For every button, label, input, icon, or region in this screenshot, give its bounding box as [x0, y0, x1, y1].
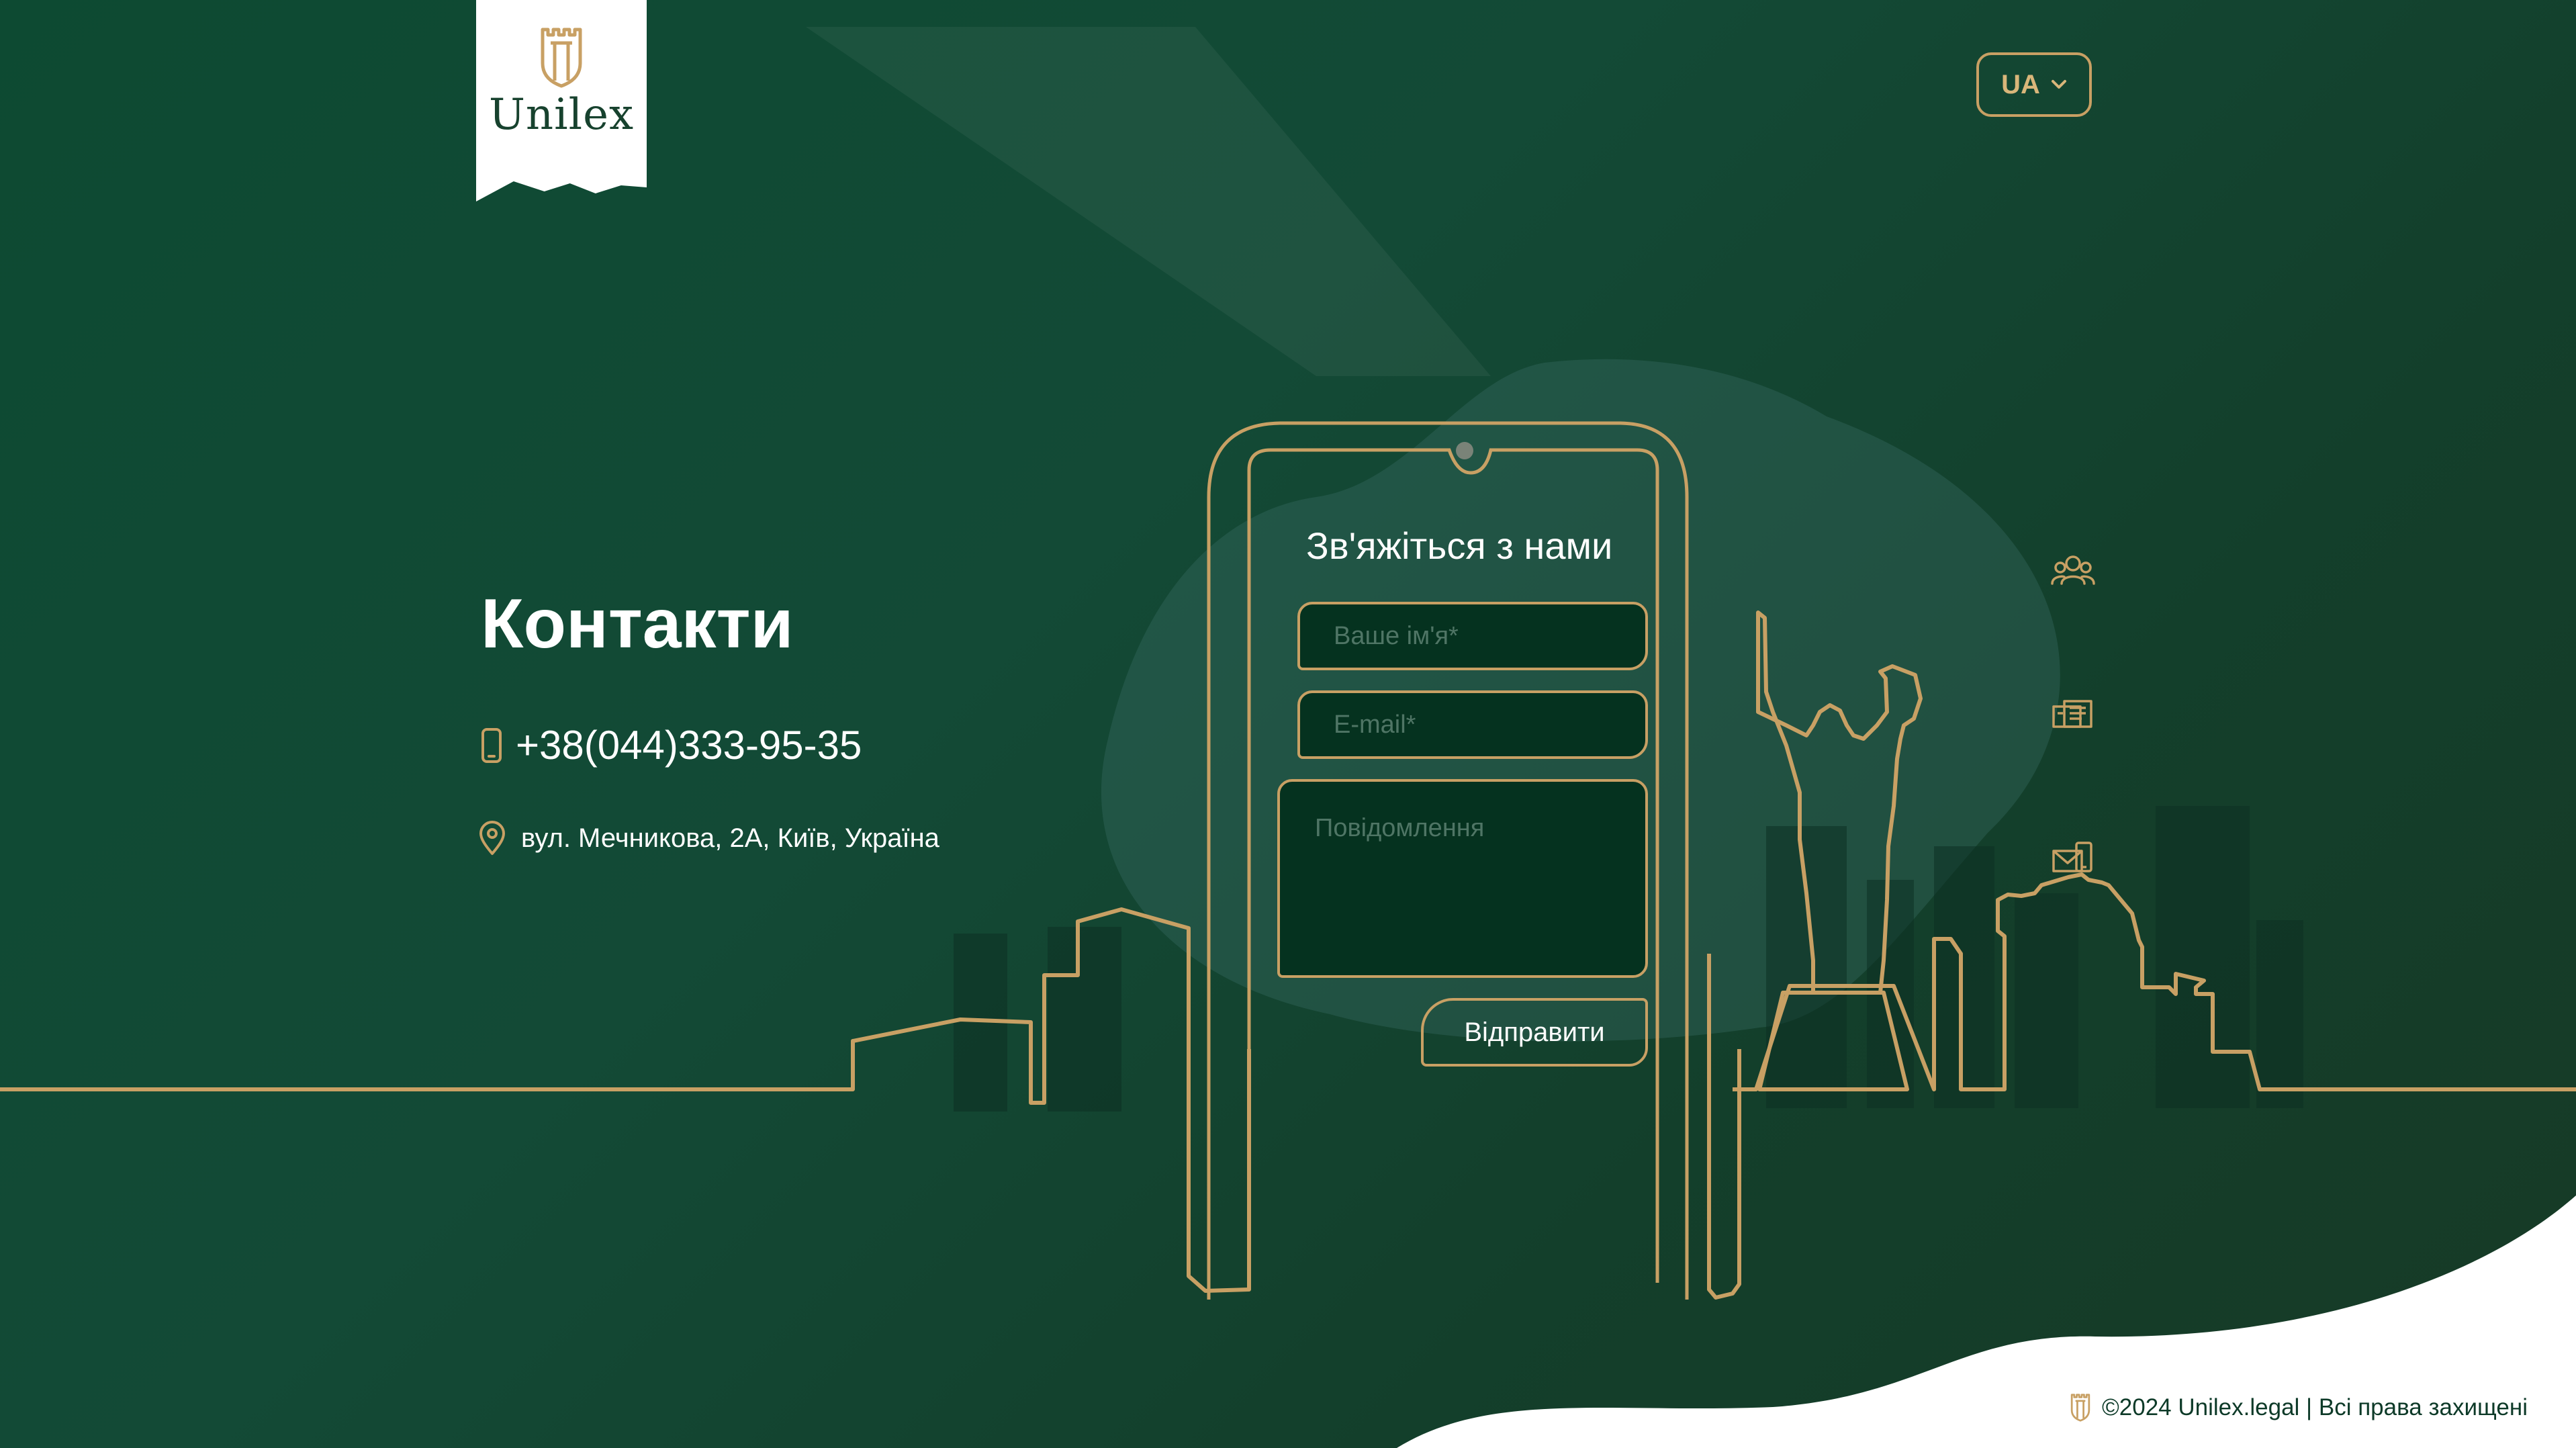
- brand-name: Unilex: [488, 90, 635, 140]
- message-input[interactable]: [1277, 779, 1648, 978]
- language-current: UA: [2001, 69, 2040, 99]
- name-input[interactable]: [1297, 602, 1648, 670]
- location-pin-icon: [479, 821, 505, 855]
- phone-camera-dot: [1456, 442, 1473, 459]
- contacts-page: Unilex UA Контакти +38(044)333-95-35 вул…: [0, 0, 2576, 1448]
- address-text: вул. Мечникова, 2А, Київ, Україна: [521, 823, 939, 853]
- contact-phone[interactable]: +38(044)333-95-35: [481, 722, 862, 768]
- email-input[interactable]: [1297, 690, 1648, 759]
- footer: ©2024 Unilex.legal | Всі права захищені: [2068, 1393, 2528, 1422]
- light-beam: [806, 27, 1491, 376]
- footer-copyright: ©2024 Unilex.legal | Всі права захищені: [2102, 1394, 2528, 1420]
- phone-number: +38(044)333-95-35: [516, 723, 862, 768]
- language-selector[interactable]: UA: [1976, 52, 2092, 117]
- page-title: Контакти: [481, 585, 794, 663]
- team-icon[interactable]: [2050, 547, 2097, 594]
- chevron-down-icon: [2051, 80, 2066, 89]
- submit-button[interactable]: Відправити: [1421, 998, 1648, 1067]
- brand-logo[interactable]: Unilex: [476, 0, 647, 201]
- castle-logo-icon: [541, 28, 582, 88]
- contact-address: вул. Мечникова, 2А, Київ, Україна: [478, 821, 939, 856]
- phone-icon: [481, 727, 502, 763]
- documents-icon[interactable]: [2050, 692, 2097, 739]
- mail-icon[interactable]: [2050, 836, 2097, 883]
- form-title: Зв'яжіться з нами: [1306, 525, 1613, 567]
- castle-logo-icon: [2070, 1394, 2090, 1422]
